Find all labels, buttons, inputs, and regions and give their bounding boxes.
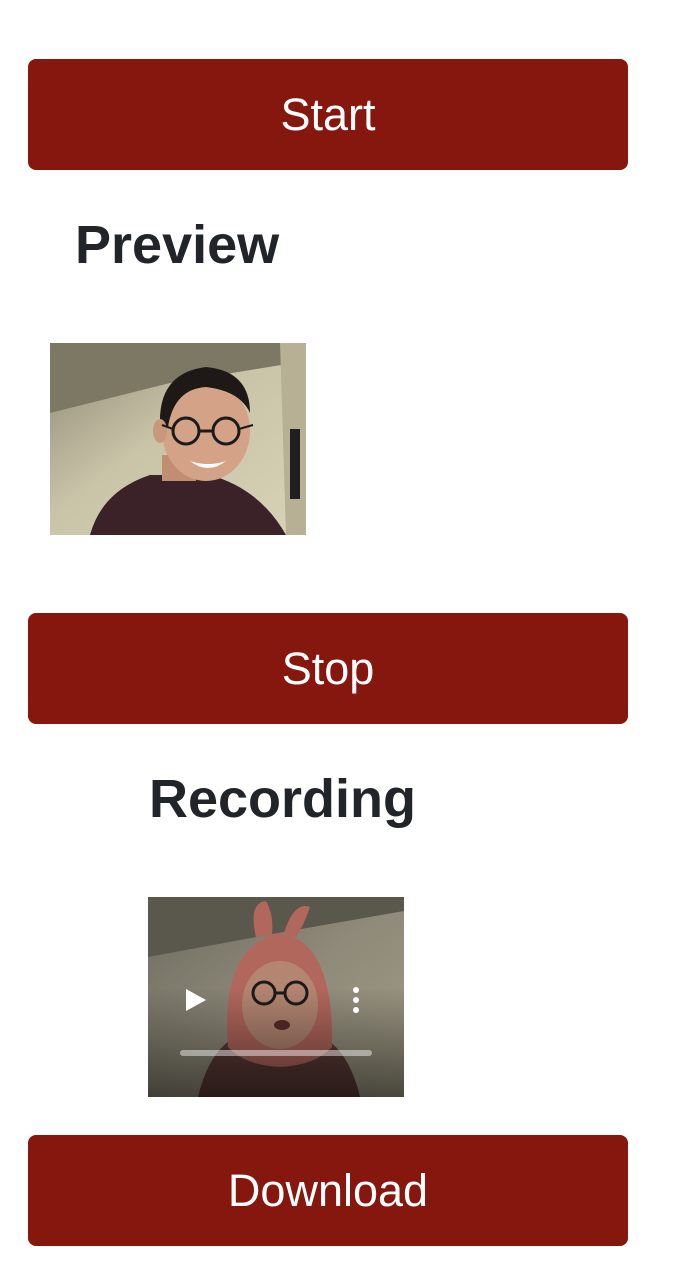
- progress-bar[interactable]: [180, 1050, 372, 1056]
- preview-video: [50, 343, 306, 535]
- start-button[interactable]: Start: [28, 59, 628, 170]
- preview-heading: Preview: [75, 215, 280, 275]
- recording-heading: Recording: [149, 769, 417, 829]
- play-icon: [186, 989, 206, 1011]
- recording-video-player[interactable]: [148, 897, 404, 1097]
- preview-camera-frame: [50, 343, 306, 535]
- more-vertical-icon: [353, 987, 359, 1013]
- recorder-page: Start Preview Stop Recording Download: [0, 0, 687, 1269]
- more-options-button[interactable]: [346, 985, 366, 1015]
- play-button[interactable]: [184, 987, 208, 1013]
- stop-button[interactable]: Stop: [28, 613, 628, 724]
- download-button[interactable]: Download: [28, 1135, 628, 1246]
